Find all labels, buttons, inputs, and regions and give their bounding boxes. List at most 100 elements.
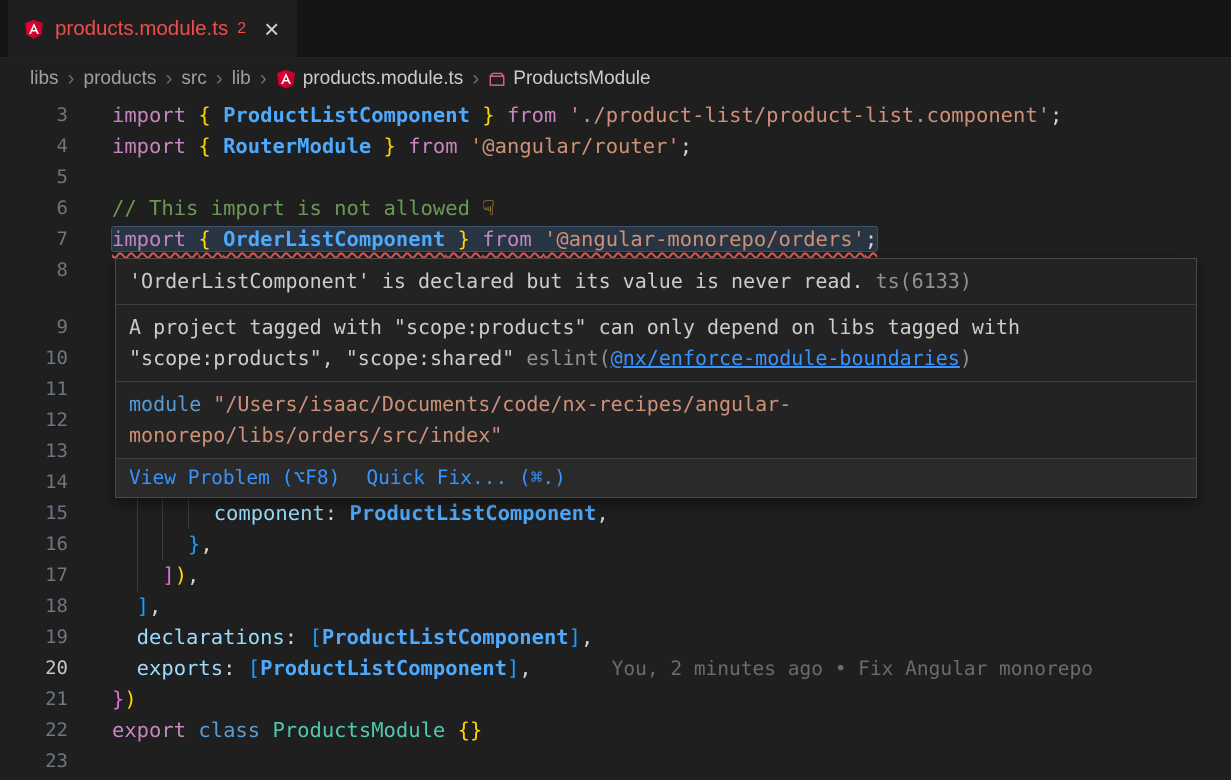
breadcrumb-item[interactable]: ProductsModule [488,68,650,90]
hover-text: "/Users/isaac/Documents/code/nx-recipes/… [213,392,791,416]
hover-line: 'OrderListComponent' is declared but its… [129,266,1183,297]
breadcrumb-item[interactable]: lib [232,68,251,90]
line-number[interactable]: 6 [0,193,68,224]
code-token: ☟ [482,196,494,220]
line-number[interactable]: 20 [0,653,68,684]
line-number[interactable]: 8 [0,255,68,286]
code-token: declarations [137,625,285,649]
line-number[interactable]: 9 [0,312,68,343]
line-number[interactable]: 16 [0,529,68,560]
code-line[interactable]: import { RouterModule } from '@angular/r… [112,131,692,162]
code-line[interactable]: ]), [112,560,199,591]
view-problem-action[interactable]: View Problem (⌥F8) [129,462,340,494]
code-token: component [214,501,325,525]
line-number[interactable]: 17 [0,560,68,591]
hover-text: "scope:products", "scope:shared" [129,346,526,370]
line-number[interactable]: 10 [0,343,68,374]
line-number[interactable]: 21 [0,684,68,715]
code-token: class [198,718,272,742]
breadcrumb-item[interactable]: products.module.ts [276,68,464,90]
code-line[interactable]: import { ProductListComponent } from './… [112,100,1062,131]
hover-widget: 'OrderListComponent' is declared but its… [115,258,1197,498]
line-number[interactable]: 5 [0,162,68,193]
hover-status-bar: View Problem (⌥F8) Quick Fix... (⌘.) [116,459,1196,497]
code-line[interactable]: ], [112,591,161,622]
code-token: } [445,227,482,251]
code-token: ; [1050,103,1062,127]
breadcrumb-item[interactable]: products [84,68,157,90]
code-token: ] [162,563,174,587]
breadcrumb-separator-icon: › [165,67,172,91]
line-number[interactable]: 12 [0,405,68,436]
code-token: ; [865,227,877,251]
code-token: OrderListComponent [223,227,445,251]
code-token: './product-list/product-list.component' [569,103,1050,127]
line-number[interactable]: 18 [0,591,68,622]
code-line-row: 15 component: ProductListComponent, [0,498,1231,529]
code-token: '@angular/router' [470,134,680,158]
code-line-row: 16 }, [0,529,1231,560]
line-number[interactable]: 19 [0,622,68,653]
line-number[interactable]: 11 [0,374,68,405]
indent-guide [112,498,137,529]
module-symbol-icon [488,70,506,88]
quick-fix-action[interactable]: Quick Fix... (⌘.) [366,462,566,494]
code-line-row: 6 // This import is not allowed ☟ [0,193,1231,224]
line-number[interactable]: 3 [0,100,68,131]
code-line[interactable]: }) [112,684,137,715]
hover-line: monorepo/libs/orders/src/index" [129,420,1183,451]
indent-guide [112,653,137,684]
line-number[interactable]: 7 [0,224,68,255]
code-token: } [470,103,507,127]
code-line[interactable]: }, [112,529,213,560]
breadcrumb-item[interactable]: libs [30,68,59,90]
hover-text: A project tagged with "scope:products" c… [129,315,1020,339]
breadcrumb-item[interactable]: src [181,68,206,90]
code-line[interactable]: export class ProductsModule {} [112,715,482,746]
code-token: { [198,227,223,251]
code-line[interactable]: // This import is not allowed ☟ [112,193,495,224]
hover-text: monorepo/libs/orders/src/index" [129,423,502,447]
code-token: '@angular-monorepo/orders' [544,227,865,251]
code-token: exports [137,656,223,680]
hover-text: ) [960,346,972,370]
eslint-diagnostic: A project tagged with "scope:products" c… [116,305,1196,382]
code-token: , [519,656,531,680]
eslint-rule-link[interactable]: @nx/enforce-module-boundaries [611,346,960,370]
code-line[interactable]: import { OrderListComponent } from '@ang… [112,224,877,255]
line-number[interactable]: 15 [0,498,68,529]
ts-diagnostic: 'OrderListComponent' is declared but its… [116,259,1196,305]
tab-products-module[interactable]: products.module.ts 2 × [8,0,297,57]
code-token: RouterModule [223,134,371,158]
breadcrumb-label: ProductsModule [513,68,650,90]
code-token: ProductListComponent [223,103,470,127]
close-icon[interactable]: × [264,16,279,42]
indent-guide [162,529,188,560]
breadcrumb-label: src [181,68,206,90]
code-line-row: 23 [0,746,1231,777]
code-token: } [112,687,124,711]
code-token: export [112,718,198,742]
code-token: import [112,103,198,127]
code-line[interactable]: exports: [ProductListComponent],You, 2 m… [112,653,1093,684]
code-token: from [408,134,470,158]
indent-guide [112,529,137,560]
code-token: import [112,227,198,251]
code-line[interactable]: declarations: [ProductListComponent], [112,622,593,653]
code-token: ProductListComponent [322,625,569,649]
code-token: { [198,134,223,158]
code-line[interactable]: component: ProductListComponent, [112,498,609,529]
line-number[interactable]: 23 [0,746,68,777]
line-number[interactable]: 14 [0,467,68,498]
code-token: , [149,594,161,618]
hover-line: module "/Users/isaac/Documents/code/nx-r… [129,389,1183,420]
code-token: // This import is not allowed [112,196,482,220]
code-line-row: 18 ], [0,591,1231,622]
indent-guide [137,529,163,560]
code-token: ) [124,687,136,711]
line-number[interactable]: 13 [0,436,68,467]
line-number[interactable]: 4 [0,131,68,162]
code-token: { [198,103,223,127]
code-token: : [285,625,310,649]
line-number[interactable]: 22 [0,715,68,746]
